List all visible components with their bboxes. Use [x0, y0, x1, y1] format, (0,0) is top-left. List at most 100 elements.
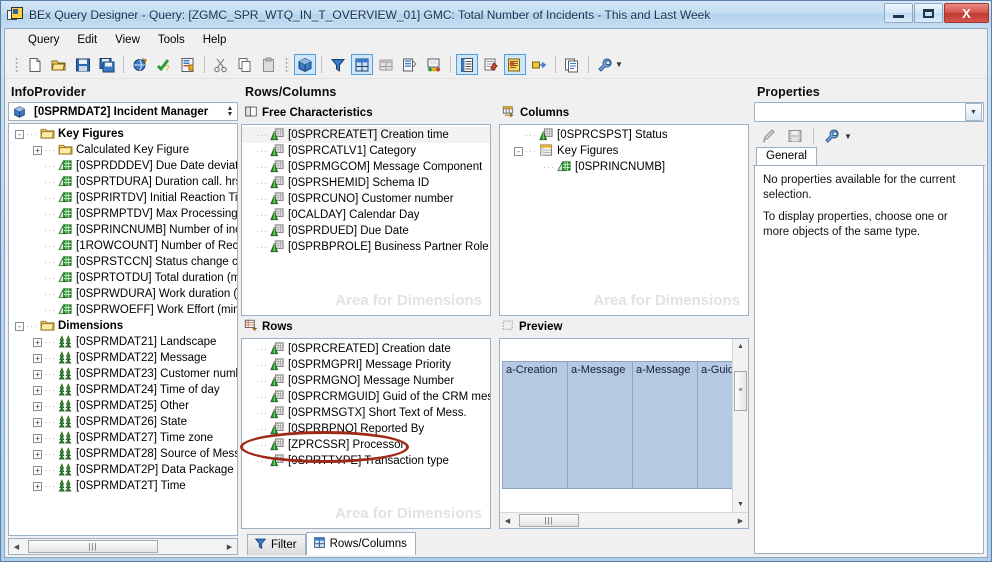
list-item[interactable]: ··· [0SPRDUED] Due Date	[242, 223, 490, 239]
tree-item[interactable]: + ··· [0SPRMDAT23] Customer numb	[9, 366, 237, 382]
tree-expander[interactable]: +	[33, 401, 42, 411]
menu-help[interactable]: Help	[194, 32, 236, 48]
tab-filter[interactable]: Filter	[247, 534, 306, 555]
scroll-track[interactable]: |||	[24, 539, 222, 554]
tree-item[interactable]: ··· [1ROWCOUNT] Number of Rec	[9, 238, 237, 254]
tab-rows-columns[interactable]: Rows/Columns	[305, 532, 416, 555]
exceptions-icon[interactable]	[423, 54, 445, 75]
tab-general[interactable]: General	[756, 147, 817, 165]
properties-settings-icon[interactable]	[821, 126, 843, 147]
infoprovider-tree[interactable]: - ··· Key Figures + ··· Calculated Key Figure…	[8, 123, 238, 536]
chevron-down-icon[interactable]: ▼	[965, 103, 982, 121]
query-properties-icon[interactable]	[177, 54, 199, 75]
edit-pencil-icon[interactable]	[758, 126, 780, 147]
filter-funnel-icon[interactable]	[327, 54, 349, 75]
menu-query[interactable]: Query	[19, 32, 68, 48]
infoprovider-selector[interactable]: [0SPRMDAT2] Incident Manager ▲ ▼	[8, 102, 238, 121]
preview-column[interactable]: a-Message	[632, 360, 697, 489]
tree-expander[interactable]: +	[33, 353, 42, 363]
list-item[interactable]: ··· [0SPRCSPST] Status	[500, 127, 748, 143]
list-item[interactable]: ··· [0SPRCREATET] Creation time	[242, 127, 490, 143]
list-item[interactable]: ··· [0SPRMSGTX] Short Text of Mess.	[242, 405, 490, 421]
preview-scroll-down[interactable]: ▼	[733, 496, 748, 512]
tree-item[interactable]: + ··· [0SPRMDAT27] Time zone	[9, 430, 237, 446]
preview-table[interactable]: a-Creation a-Message a-Message a-Guid (	[500, 339, 732, 513]
tree-item[interactable]: ··· [0SPRWDURA] Work duration (	[9, 286, 237, 302]
list-item[interactable]: ··· [0SPRTTYPE] Transaction type	[242, 453, 490, 469]
list-item[interactable]: ··· [0SPRCRMGUID] Guid of the CRM mess	[242, 389, 490, 405]
tree-expander[interactable]: -	[514, 146, 523, 156]
columns-dropbox[interactable]: ··· [0SPRCSPST] Status - ··· Key Figures ···[…	[499, 124, 749, 316]
rows-columns-icon[interactable]	[351, 54, 373, 75]
tree-expander[interactable]: +	[33, 465, 42, 475]
cut-icon[interactable]	[210, 54, 232, 75]
tree-item[interactable]: - ··· Dimensions	[9, 318, 237, 334]
tree-expander[interactable]: +	[33, 481, 42, 491]
tree-item[interactable]: - ··· Key Figures	[9, 126, 237, 142]
tree-item[interactable]: + ··· [0SPRMDAT22] Message	[9, 350, 237, 366]
tree-item[interactable]: + ··· [0SPRMDAT24] Time of day	[9, 382, 237, 398]
tree-item[interactable]: ··· [0SPRTDURA] Duration call. hrs	[9, 174, 237, 190]
tree-item[interactable]: + ··· Calculated Key Figure	[9, 142, 237, 158]
scroll-right-arrow[interactable]: ▶	[222, 539, 237, 554]
tree-expander[interactable]: -	[15, 321, 24, 331]
list-item[interactable]: ··· [ZPRCSSR] Processor	[242, 437, 490, 453]
tree-expander[interactable]: -	[15, 129, 24, 139]
save-as-icon[interactable]	[96, 54, 118, 75]
list-item[interactable]: ··· [0SPRINCNUMB]	[500, 159, 748, 175]
save-query-icon[interactable]	[72, 54, 94, 75]
save-properties-icon[interactable]	[784, 126, 806, 147]
menu-tools[interactable]: Tools	[149, 32, 194, 48]
documents-icon[interactable]	[561, 54, 583, 75]
preview-vtrack[interactable]: ≡	[733, 355, 748, 497]
tree-item[interactable]: ··· [0SPRDDDEV] Due Date deviat	[9, 158, 237, 174]
properties-settings-dropdown-arrow[interactable]: ▼	[844, 132, 852, 141]
toolbar-grip-2[interactable]	[285, 56, 289, 73]
properties-object-combo[interactable]: ▼	[754, 102, 984, 122]
preview-box[interactable]: a-Creation a-Message a-Message a-Guid ( ▲ ≡…	[499, 337, 749, 529]
list-item[interactable]: ··· [0SPRSHEMID] Schema ID	[242, 175, 490, 191]
new-query-icon[interactable]	[24, 54, 46, 75]
publish-globe-icon[interactable]	[129, 54, 151, 75]
tree-item[interactable]: + ··· [0SPRMDAT25] Other	[9, 398, 237, 414]
infoprovider-hscrollbar[interactable]: ◀ ||| ▶	[8, 538, 238, 555]
list-item[interactable]: ··· [0SPRBPNO] Reported By	[242, 421, 490, 437]
cell-definition-icon[interactable]	[375, 54, 397, 75]
tree-expander[interactable]: +	[33, 417, 42, 427]
preview-scroll-left[interactable]: ◀	[500, 513, 515, 528]
tree-item[interactable]: ··· [0SPRSTCCN] Status change c	[9, 254, 237, 270]
preview-vthumb[interactable]: ≡	[734, 370, 747, 411]
tree-expander[interactable]: +	[33, 145, 42, 155]
tree-item[interactable]: + ··· [0SPRMDAT28] Source of Mess	[9, 446, 237, 462]
menu-edit[interactable]: Edit	[68, 32, 106, 48]
list-item[interactable]: ··· [0SPRMGPRI] Message Priority	[242, 357, 490, 373]
toolbar-grip[interactable]	[15, 56, 19, 73]
tree-item[interactable]: ··· [0SPRTOTDU] Total duration (m	[9, 270, 237, 286]
tree-item[interactable]: + ··· [0SPRMDAT26] State	[9, 414, 237, 430]
preview-scroll-right[interactable]: ▶	[733, 513, 748, 528]
list-item[interactable]: ··· [0SPRBPROLE] Business Partner Role	[242, 239, 490, 255]
tree-item[interactable]: ··· [0SPRWOEFF] Work Effort (min	[9, 302, 237, 318]
tree-expander[interactable]: +	[33, 385, 42, 395]
tasks-messages-icon[interactable]	[480, 54, 502, 75]
free-characteristics-dropbox[interactable]: ··· [0SPRCREATET] Creation time ··· [0SPRCA…	[241, 124, 491, 316]
list-item[interactable]: - ··· Key Figures	[500, 143, 748, 159]
scroll-thumb[interactable]: |||	[28, 540, 158, 553]
list-item[interactable]: ··· [0SPRCREATED] Creation date	[242, 341, 490, 357]
tree-item[interactable]: ··· [0SPRMPTDV] Max Processing	[9, 206, 237, 222]
preview-column[interactable]: a-Message	[567, 360, 632, 489]
check-query-icon[interactable]: ?	[153, 54, 175, 75]
infoprovider-spinner[interactable]: ▲ ▼	[223, 105, 237, 118]
tree-expander[interactable]: +	[33, 369, 42, 379]
preview-column[interactable]: a-Guid (	[697, 360, 732, 489]
paste-icon[interactable]	[258, 54, 280, 75]
preview-vscrollbar[interactable]: ▲ ≡ ▼	[732, 338, 748, 512]
preview-htrack[interactable]: |||	[515, 513, 733, 528]
close-button[interactable]: X	[944, 3, 989, 23]
open-query-icon[interactable]	[48, 54, 70, 75]
minimize-button[interactable]	[884, 3, 913, 23]
properties-panel-icon[interactable]	[456, 54, 478, 75]
copy-icon[interactable]	[234, 54, 256, 75]
tree-expander[interactable]: +	[33, 433, 42, 443]
preview-hthumb[interactable]: |||	[519, 514, 579, 527]
